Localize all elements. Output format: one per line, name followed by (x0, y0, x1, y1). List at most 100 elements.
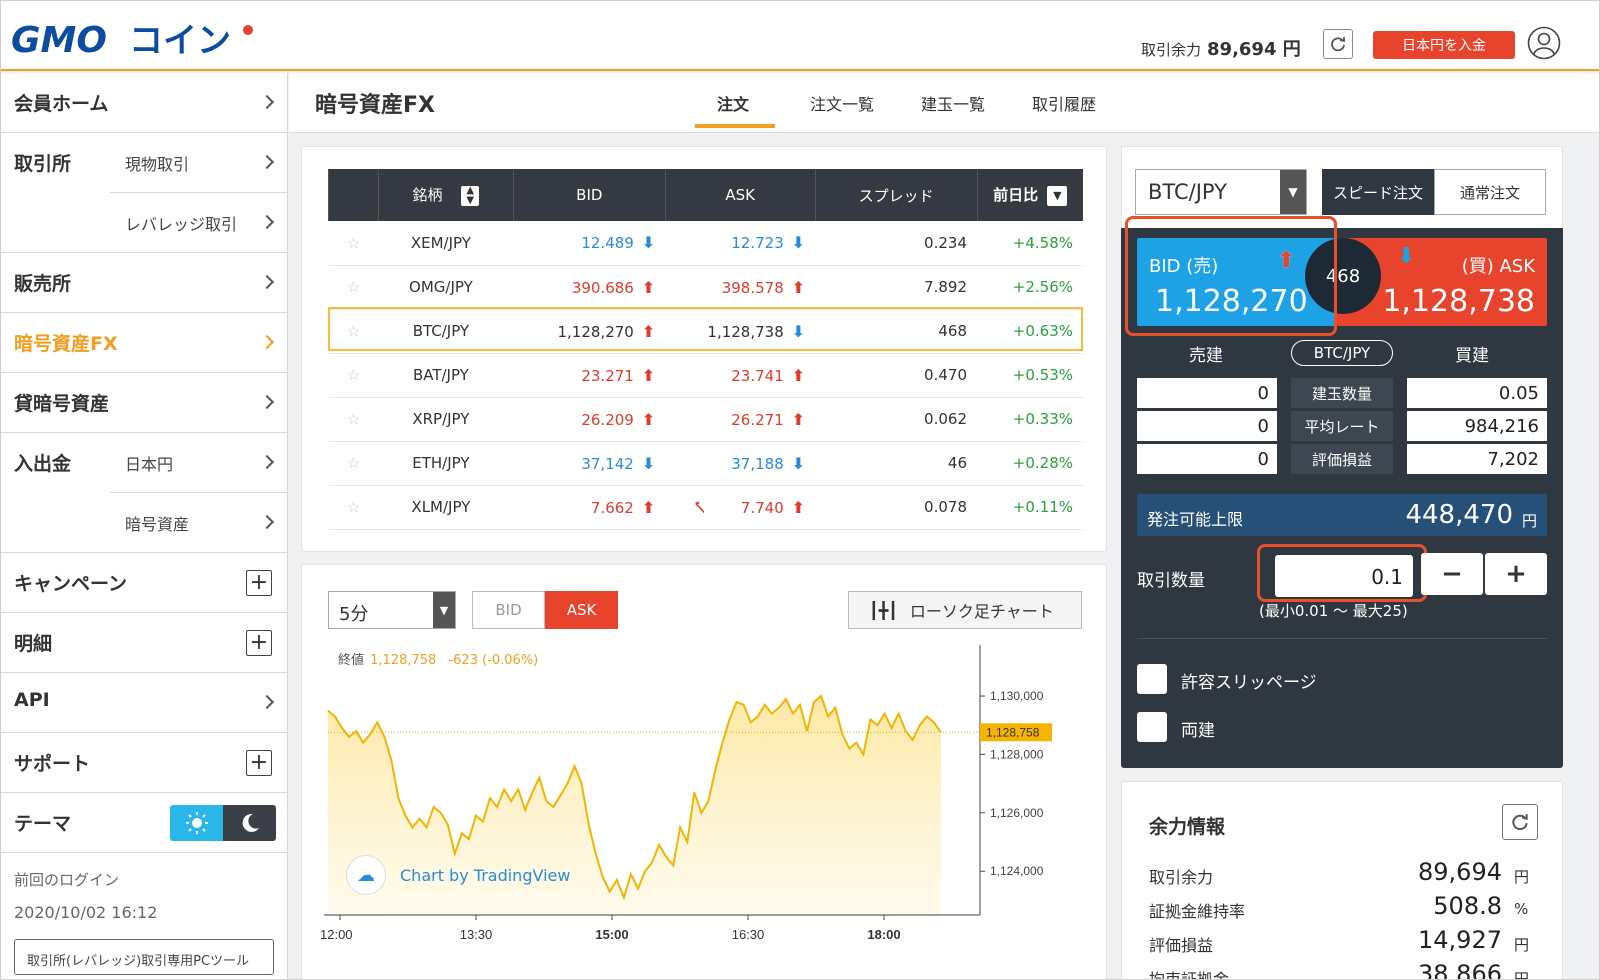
rate-row[interactable]: ☆ BAT/JPY 23.271 ⬆ 23.741 ⬆ 0.470 +0.53% (328, 353, 1083, 398)
favorite-star-icon[interactable]: ☆ (328, 485, 379, 530)
sidebar-item-member-home[interactable]: 会員ホーム (1, 73, 288, 133)
y-tick-label: 1,124,000 (990, 864, 1044, 878)
slippage-checkbox[interactable] (1137, 664, 1167, 694)
ask-price: 1,128,738 (1382, 284, 1535, 319)
sidebar-item-statement[interactable]: 明細 + (1, 613, 288, 673)
deposit-jpy-button[interactable]: 日本円を入金 (1373, 31, 1515, 59)
sidebar-item-sales[interactable]: 販売所 (1, 253, 288, 313)
sidebar-item-label: 明細 (14, 633, 53, 655)
theme-toggle[interactable] (170, 805, 276, 841)
tab-order-list[interactable]: 注文一覧 (810, 91, 874, 115)
tab-order[interactable]: 注文 (717, 91, 749, 115)
favorite-star-icon[interactable]: ☆ (328, 353, 379, 398)
symbol-column-header[interactable]: 銘柄 ▲ ▼ (377, 169, 514, 221)
rate-row[interactable]: ☆ XLM/JPY 7.662 ⬆ ✓ 7.740 ⬆ 0.078 +0.11% (328, 485, 1083, 530)
ask-cell-text: 1,128,738 (707, 322, 784, 341)
funds-row-value: 14,927 (1418, 926, 1502, 954)
rate-row[interactable]: ☆ ETH/JPY 37,142 ⬇ 37,188 ⬇ 46 +0.28% (328, 441, 1083, 486)
pair-select[interactable]: BTC/JPY ▼ (1135, 169, 1307, 215)
chevron-down-icon: ▼ (1280, 170, 1306, 214)
light-theme-button[interactable] (170, 805, 223, 841)
user-account-icon[interactable] (1527, 26, 1561, 60)
pair-select-value: BTC/JPY (1148, 180, 1227, 204)
sidebar-group-deposit: 入出金 日本円 暗号資産 (1, 433, 288, 553)
favorite-star-icon[interactable]: ☆ (328, 309, 379, 354)
favorite-star-icon[interactable]: ☆ (328, 265, 379, 310)
normal-order-tab[interactable]: 通常注文 (1434, 169, 1546, 215)
y-tick-label: 1,130,000 (990, 689, 1044, 703)
favorite-star-icon[interactable]: ☆ (328, 397, 379, 442)
speed-order-tab[interactable]: スピード注文 (1322, 169, 1434, 215)
tradingview-label: Chart by TradingView (400, 865, 571, 885)
pc-tool-button[interactable]: 取引所(レバレッジ)取引専用PCツール (14, 939, 274, 975)
rate-row[interactable]: ☆ XRP/JPY 26.209 ⬆ 26.271 ⬆ 0.062 +0.33% (328, 397, 1083, 442)
change-cell-text: +0.11% (1012, 498, 1073, 516)
column-label: 銘柄 (412, 186, 443, 205)
favorite-column-header (328, 169, 379, 221)
gmo-coin-logo[interactable]: GMO コイン (11, 19, 281, 61)
bid-cell-text: 390.686 (571, 278, 634, 297)
expand-plus-icon[interactable]: + (246, 750, 272, 776)
last-login-time: 2020/10/02 16:12 (14, 903, 158, 922)
order-limit-label: 発注可能上限 (1147, 510, 1244, 529)
dropdown-icon[interactable]: ▼ (1047, 185, 1068, 206)
hedge-checkbox[interactable] (1137, 712, 1167, 742)
ask-cell-text: 7.740 (740, 498, 784, 517)
rate-row[interactable]: ☆ BTC/JPY 1,128,270 ⬆ 1,128,738 ⬇ 468 +0.63% (328, 309, 1083, 354)
ask-cell-text: 398.578 (721, 278, 784, 297)
change-column-header[interactable]: 前日比 ▼ (976, 169, 1083, 221)
expand-plus-icon[interactable]: + (246, 630, 272, 656)
sort-icon[interactable]: ▲ ▼ (461, 185, 480, 206)
x-tick-label: 12:00 (320, 927, 353, 942)
favorite-star-icon[interactable]: ☆ (328, 441, 379, 486)
sidebar-item-label: 会員ホーム (14, 93, 109, 115)
down-arrow-icon: ⬇ (791, 321, 806, 341)
balance-label: 取引余力 (1141, 41, 1202, 59)
spread-cell-text: 46 (947, 454, 967, 472)
spread-cell-text: 468 (938, 322, 967, 340)
rates-card: 銘柄 ▲ ▼ BID ASK スプレッド 前日比 ▼ ☆ XEM/JPY 12.489… (301, 146, 1107, 552)
quantity-decrement-button[interactable]: − (1421, 553, 1483, 595)
dark-theme-button[interactable] (223, 805, 276, 841)
sidebar-item-crypto-fx[interactable]: 暗号資産FX (1, 313, 288, 373)
price-chart[interactable]: 1,130,000 1,128,000 1,126,000 1,124,000 1,12… (302, 565, 1108, 980)
spread-cell: 468 (815, 309, 977, 354)
x-tick-label: 15:00 (595, 927, 628, 942)
bid-cell-text: 23.271 (581, 366, 634, 385)
sidebar-item-campaign[interactable]: キャンペーン + (1, 553, 288, 613)
refresh-funds-button[interactable] (1502, 804, 1538, 840)
sidebar-item-leverage-trading[interactable]: レバレッジ取引 (110, 193, 288, 253)
chevron-right-icon (259, 454, 275, 470)
sidebar-item-deposit-crypto[interactable]: 暗号資産 (110, 493, 288, 553)
tab-history[interactable]: 取引履歴 (1032, 91, 1096, 115)
sidebar-item-api[interactable]: API (1, 673, 288, 733)
rate-row[interactable]: ☆ XEM/JPY 12.489 ⬇ 12.723 ⬇ 0.234 +4.58% (328, 221, 1083, 266)
y-tick-label: 1,126,000 (990, 806, 1044, 820)
symbol-cell: XRP/JPY (378, 397, 514, 442)
bid-cell-text: 1,128,270 (557, 322, 634, 341)
refresh-balance-button[interactable] (1323, 29, 1353, 59)
sidebar-item-lending[interactable]: 貸暗号資産 (1, 373, 288, 433)
quantity-increment-button[interactable]: + (1485, 553, 1547, 595)
change-cell-text: +0.33% (1012, 410, 1073, 428)
ask-cell-text: 26.271 (731, 410, 784, 429)
rates-table: 銘柄 ▲ ▼ BID ASK スプレッド 前日比 ▼ ☆ XEM/JPY 12.489… (328, 169, 1083, 530)
expand-plus-icon[interactable]: + (246, 570, 272, 596)
buy-avg-rate-value: 984,216 (1407, 411, 1547, 441)
refresh-icon (1512, 814, 1528, 831)
favorite-star-icon[interactable]: ☆ (328, 221, 379, 266)
bid-cell: 12.489 ⬇ (513, 221, 666, 266)
rate-row[interactable]: ☆ OMG/JPY 390.686 ⬆ 398.578 ⬆ 7.892 +2.56% (328, 265, 1083, 310)
sidebar-item-deposit-jpy[interactable]: 日本円 (110, 433, 288, 493)
column-label: 前日比 (993, 186, 1039, 205)
symbol-cell: BAT/JPY (378, 353, 514, 398)
sidebar-item-spot-trading[interactable]: 現物取引 (110, 133, 288, 193)
sell-quantity-value: 0 (1137, 378, 1277, 408)
order-panel: BTC/JPY ▼ スピード注文 通常注文 BID (売) ⬆ 1,128,27… (1121, 146, 1563, 768)
sidebar-item-support[interactable]: サポート + (1, 733, 288, 793)
tab-positions[interactable]: 建玉一覧 (921, 91, 985, 115)
funds-row-unit: % (1514, 900, 1529, 918)
quantity-label: 取引数量 (1137, 571, 1205, 591)
sidebar-item-label: 暗号資産FX (14, 333, 118, 355)
up-arrow-icon: ⬆ (791, 365, 806, 385)
